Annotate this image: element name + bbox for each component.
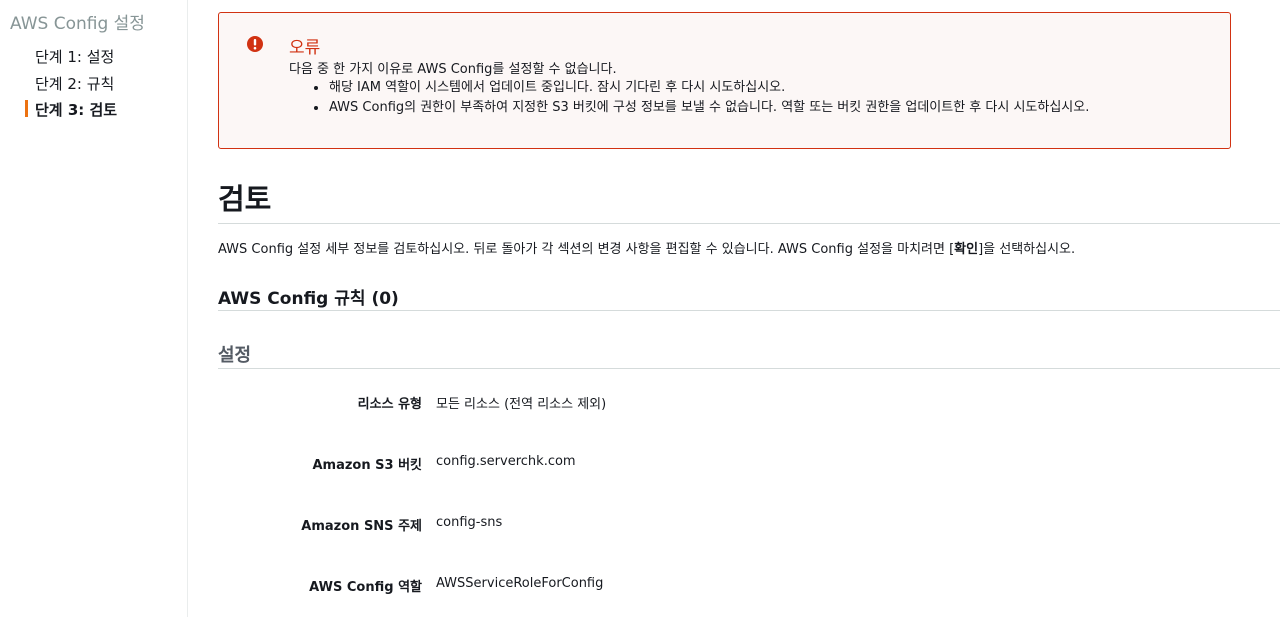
rules-section-heading: AWS Config 규칙 (0): [218, 289, 399, 309]
error-title: 오류: [289, 38, 321, 58]
error-reason: AWS Config의 권한이 부족하여 지정한 S3 버킷에 구성 정보를 보…: [289, 98, 1089, 118]
config-role-value: AWSServiceRoleForConfig: [436, 576, 604, 591]
sidebar-step-review: 단계 3: 검토: [35, 101, 118, 119]
sns-topic-value: config-sns: [436, 515, 503, 530]
page: AWS Config 설정 단계 1: 설정 단계 2: 규칙 단계 3: 검토…: [0, 0, 1280, 617]
main-content: 오류 다음 중 한 가지 이유로 AWS Config를 설정할 수 없습니다.…: [218, 0, 1280, 617]
sidebar: AWS Config 설정 단계 1: 설정 단계 2: 규칙 단계 3: 검토: [0, 0, 188, 617]
config-role-label: AWS Config 역할: [309, 580, 422, 595]
sidebar-title: AWS Config 설정: [10, 14, 145, 34]
sidebar-step-settings[interactable]: 단계 1: 설정: [35, 46, 114, 67]
error-icon: [247, 36, 263, 52]
resource-type-label: 리소스 유형: [357, 397, 422, 412]
review-intro-text: AWS Config 설정 세부 정보를 검토하십시오. 뒤로 돌아가 각 섹션…: [218, 242, 955, 257]
confirm-keyword: 확인: [954, 242, 979, 257]
error-description: 다음 중 한 가지 이유로 AWS Config를 설정할 수 없습니다.: [289, 62, 617, 77]
error-reasons: 해당 IAM 역할이 시스템에서 업데이트 중입니다. 잠시 기다린 후 다시 …: [289, 78, 1089, 118]
resource-type-value: 모든 리소스 (전역 리소스 제외): [436, 397, 607, 412]
s3-bucket-label: Amazon S3 버킷: [312, 458, 422, 473]
error-alert: 오류 다음 중 한 가지 이유로 AWS Config를 설정할 수 없습니다.…: [218, 12, 1231, 149]
error-reason: 해당 IAM 역할이 시스템에서 업데이트 중입니다. 잠시 기다린 후 다시 …: [289, 78, 1089, 98]
settings-section-heading: 설정: [218, 345, 252, 366]
divider: [218, 310, 1280, 311]
s3-bucket-value: config.serverchk.com: [436, 454, 576, 469]
sns-topic-label: Amazon SNS 주제: [301, 519, 422, 534]
review-intro: AWS Config 설정 세부 정보를 검토하십시오. 뒤로 돌아가 각 섹션…: [218, 238, 1075, 257]
review-intro-text-end: ]을 선택하십시오.: [978, 242, 1076, 257]
active-step-marker: [25, 100, 28, 117]
page-title: 검토: [218, 182, 272, 216]
divider: [218, 368, 1280, 369]
sidebar-step-rules[interactable]: 단계 2: 규칙: [35, 73, 114, 94]
divider: [218, 223, 1280, 224]
